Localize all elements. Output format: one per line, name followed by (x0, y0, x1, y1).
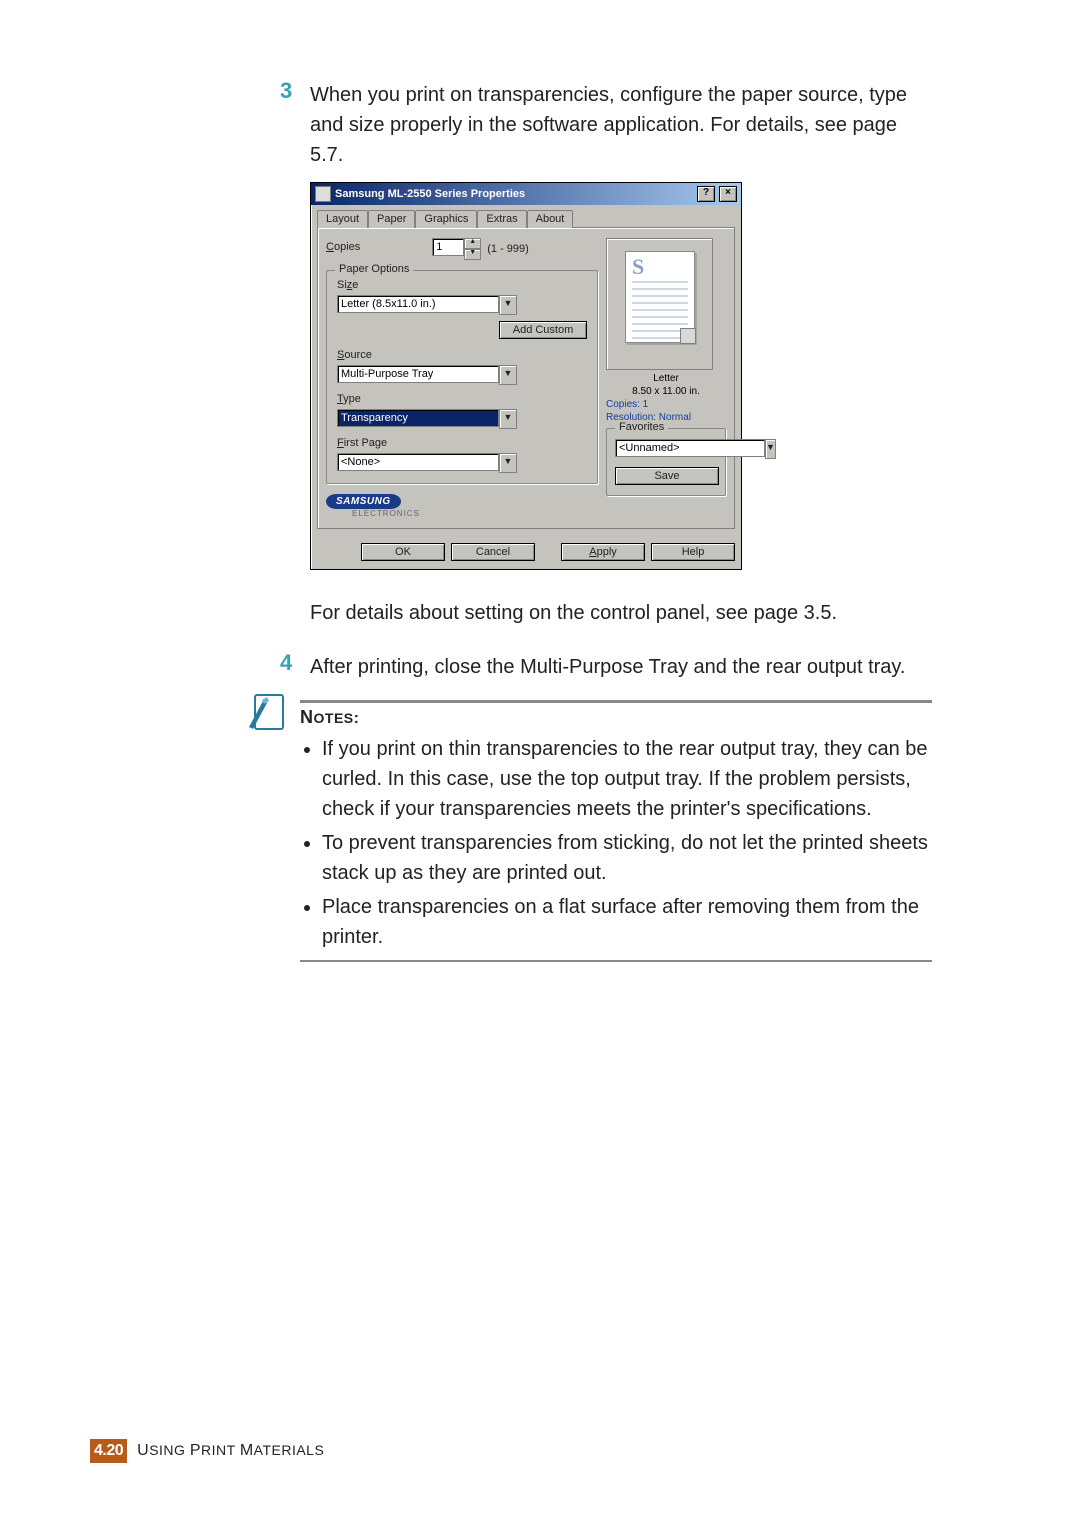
step-number-4: 4 (280, 650, 292, 676)
tab-about[interactable]: About (527, 210, 574, 228)
printer-icon (315, 186, 331, 202)
chevron-down-icon[interactable]: ▼ (499, 453, 517, 473)
spin-down-icon[interactable]: ▼ (464, 249, 481, 260)
chevron-down-icon[interactable]: ▼ (765, 439, 776, 459)
titlebar-help-button[interactable]: ? (697, 186, 715, 202)
first-page-value[interactable] (337, 453, 499, 471)
tab-bar: Layout Paper Graphics Extras About (317, 209, 735, 227)
first-page-label: First Page (337, 437, 587, 449)
chevron-down-icon[interactable]: ▼ (499, 295, 517, 315)
preview-dims: 8.50 x 11.00 in. (606, 385, 726, 398)
help-button[interactable]: Help (651, 543, 735, 561)
add-custom-button[interactable]: Add Custom (499, 321, 587, 339)
step-3-text: When you print on transparencies, config… (310, 80, 930, 170)
note-item: Place transparencies on a flat surface a… (322, 892, 932, 952)
dialog-title: Samsung ML-2550 Series Properties (335, 188, 525, 200)
properties-dialog: Samsung ML-2550 Series Properties ? × La… (310, 182, 740, 570)
titlebar-close-button[interactable]: × (719, 186, 737, 202)
ok-button[interactable]: OK (361, 543, 445, 561)
size-value[interactable] (337, 295, 499, 313)
notes-heading: NOTES: (300, 707, 932, 728)
type-select[interactable]: ▼ (337, 409, 517, 429)
first-page-select[interactable]: ▼ (337, 453, 517, 473)
tab-graphics[interactable]: Graphics (415, 210, 477, 228)
tab-paper[interactable]: Paper (368, 210, 415, 228)
note-item: If you print on thin transparencies to t… (322, 734, 932, 824)
source-label: Source (337, 349, 587, 361)
chevron-down-icon[interactable]: ▼ (499, 365, 517, 385)
copies-input[interactable] (432, 238, 464, 256)
chapter-title: USING PRINT MATERIALS (137, 1442, 324, 1460)
size-select[interactable]: ▼ (337, 295, 517, 315)
size-label: Size (337, 279, 587, 291)
preview-copies: Copies: 1 (606, 399, 648, 410)
favorites-value[interactable] (615, 439, 765, 457)
apply-button[interactable]: Apply (561, 543, 645, 561)
electronics-text: ELECTRONICS (352, 509, 598, 518)
page-number: 4.20 (90, 1439, 127, 1463)
note-icon (245, 687, 295, 737)
favorites-legend: Favorites (615, 421, 668, 433)
tab-layout[interactable]: Layout (317, 210, 368, 228)
copies-spinner[interactable]: ▲ ▼ (432, 238, 481, 260)
save-button[interactable]: Save (615, 467, 719, 485)
type-value[interactable] (337, 409, 499, 427)
spin-up-icon[interactable]: ▲ (464, 238, 481, 249)
tab-extras[interactable]: Extras (477, 210, 526, 228)
page-footer: 4.20 USING PRINT MATERIALS (90, 1439, 324, 1463)
chevron-down-icon[interactable]: ▼ (499, 409, 517, 429)
dialog-titlebar: Samsung ML-2550 Series Properties ? × (311, 183, 741, 205)
note-item: To prevent transparencies from sticking,… (322, 828, 932, 888)
copies-label: Copies (326, 241, 360, 253)
page-corner-icon (680, 328, 696, 344)
preview-size-name: Letter (606, 372, 726, 385)
samsung-logo: SAMSUNG (326, 494, 401, 509)
type-label: Type (337, 393, 587, 405)
source-value[interactable] (337, 365, 499, 383)
copies-range: (1 - 999) (487, 243, 529, 255)
after-dialog-text: For details about setting on the control… (0, 578, 1080, 652)
paper-options-legend: Paper Options (335, 263, 413, 275)
page-preview: S (606, 238, 713, 370)
step-number-3: 3 (280, 78, 292, 104)
notes-list: If you print on thin transparencies to t… (300, 734, 932, 952)
source-select[interactable]: ▼ (337, 365, 517, 385)
favorites-select[interactable]: ▼ (615, 439, 719, 459)
step-4-text: After printing, close the Multi-Purpose … (310, 652, 930, 682)
preview-letter-s: S (632, 258, 688, 276)
cancel-button[interactable]: Cancel (451, 543, 535, 561)
